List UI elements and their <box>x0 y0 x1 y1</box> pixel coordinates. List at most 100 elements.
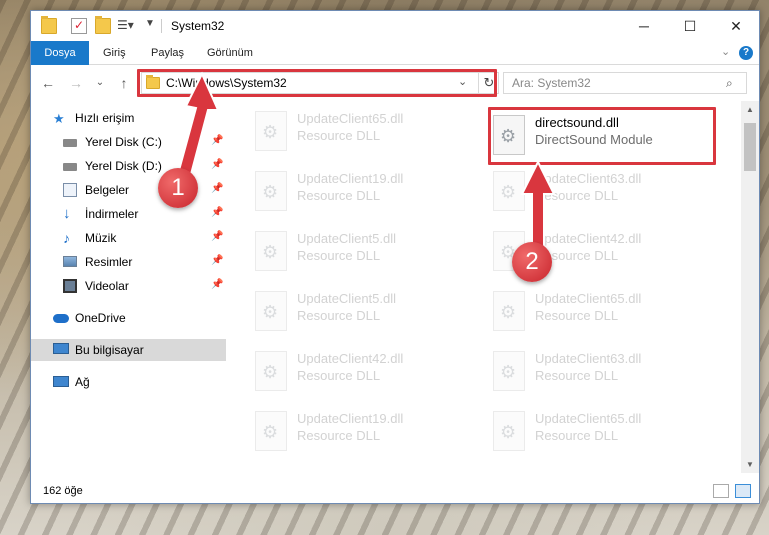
pin-icon[interactable]: 📌 <box>211 279 223 290</box>
file-description: Resource DLL <box>297 188 381 203</box>
file-name: UpdateClient65.dll <box>535 291 642 306</box>
dll-file-icon <box>493 411 525 451</box>
sidebar-item-videos[interactable]: Videolar 📌 <box>31 275 226 297</box>
dll-file-icon <box>255 351 287 391</box>
item-count: 162 öğe <box>43 485 83 497</box>
sidebar-item-onedrive[interactable]: OneDrive <box>31 307 226 329</box>
sidebar-item-label: Hızlı erişim <box>75 111 135 125</box>
back-button[interactable]: ← <box>39 74 57 92</box>
computer-icon <box>53 343 69 354</box>
forward-button[interactable]: → <box>67 74 85 92</box>
properties-icon[interactable]: ✓ <box>71 18 87 34</box>
music-icon: ♪ <box>63 230 70 246</box>
file-description: Resource DLL <box>297 248 381 263</box>
file-name: UpdateClient5.dll <box>297 291 397 306</box>
scroll-thumb[interactable] <box>744 123 756 171</box>
drive-icon <box>63 139 77 147</box>
dll-file-icon <box>255 231 287 271</box>
sidebar-item-label: Ağ <box>75 375 90 389</box>
title-bar: ✓ ☰▾ ▼ System32 ─ ☐ ✕ <box>31 11 759 41</box>
dll-file-icon <box>255 171 287 211</box>
ribbon-tabs: Dosya Giriş Paylaş Görünüm ⌄ ? <box>31 41 759 65</box>
maximize-button[interactable]: ☐ <box>667 11 713 41</box>
sidebar-item-label: Belgeler <box>85 183 130 197</box>
large-icons-view-icon[interactable] <box>735 484 751 498</box>
sidebar-item-label: OneDrive <box>75 311 126 325</box>
pin-icon[interactable]: 📌 <box>211 231 223 242</box>
customize-toolbar-icon[interactable]: ☰▾ <box>117 18 134 34</box>
list-item[interactable]: UpdateClient63.dll Resource DLL <box>489 347 709 401</box>
videos-icon <box>63 279 77 293</box>
sidebar-item-label: Müzik <box>85 231 117 245</box>
file-description: Resource DLL <box>297 308 381 323</box>
close-button[interactable]: ✕ <box>713 11 759 41</box>
tab-file[interactable]: Dosya <box>31 41 89 65</box>
arrow-2-icon <box>520 160 556 251</box>
network-icon <box>53 376 69 387</box>
sidebar-item-downloads[interactable]: ↓ İndirmeler 📌 <box>31 203 226 225</box>
sidebar-item-music[interactable]: ♪ Müzik 📌 <box>31 227 226 249</box>
list-item[interactable]: UpdateClient65.dll Resource DLL <box>489 287 709 341</box>
file-highlight <box>488 107 716 165</box>
pin-icon[interactable]: 📌 <box>211 207 223 218</box>
details-view-icon[interactable] <box>713 484 729 498</box>
search-icon[interactable]: ⌕ <box>726 76 733 91</box>
file-description: Resource DLL <box>535 368 619 383</box>
sidebar-item-pictures[interactable]: Resimler 📌 <box>31 251 226 273</box>
expand-ribbon-icon[interactable]: ⌄ <box>721 45 730 58</box>
file-description: Resource DLL <box>535 308 619 323</box>
documents-icon <box>63 183 77 197</box>
tab-view[interactable]: Görünüm <box>207 41 253 65</box>
step-marker-2: 2 <box>512 242 552 282</box>
new-folder-icon[interactable] <box>95 16 111 34</box>
list-item[interactable]: UpdateClient65.dll Resource DLL <box>251 107 471 161</box>
downloads-icon: ↓ <box>63 205 71 222</box>
sidebar-item-label: İndirmeler <box>85 207 139 221</box>
sidebar-item-label: Resimler <box>85 255 133 269</box>
sidebar-item-label: Videolar <box>85 279 129 293</box>
sidebar-item-label: Bu bilgisayar <box>75 343 144 357</box>
title-separator <box>161 19 162 33</box>
tab-share[interactable]: Paylaş <box>151 41 184 65</box>
list-item[interactable]: UpdateClient65.dll Resource DLL <box>489 407 709 461</box>
pin-icon[interactable]: 📌 <box>211 255 223 266</box>
dll-file-icon <box>493 351 525 391</box>
search-placeholder: Ara: System32 <box>512 76 591 90</box>
explorer-window: ✓ ☰▾ ▼ System32 ─ ☐ ✕ Dosya Giriş Paylaş… <box>30 10 760 504</box>
pin-icon[interactable]: 📌 <box>211 183 223 194</box>
drive-icon <box>63 163 77 171</box>
recent-locations-button[interactable]: ⌄ <box>91 74 109 92</box>
dll-file-icon <box>255 111 287 151</box>
arrow-1-icon <box>176 71 220 180</box>
step-marker-1: 1 <box>158 168 198 208</box>
search-input[interactable]: Ara: System32 ⌕ <box>503 72 747 94</box>
scroll-down-arrow-icon[interactable]: ▼ <box>741 456 759 473</box>
sidebar-item-network[interactable]: Ağ <box>31 371 226 393</box>
file-description: Resource DLL <box>297 428 381 443</box>
file-description: Resource DLL <box>535 428 619 443</box>
help-icon[interactable]: ? <box>739 46 753 60</box>
file-name: UpdateClient65.dll <box>297 111 404 126</box>
window-title: System32 <box>171 19 225 33</box>
onedrive-icon <box>53 314 69 323</box>
file-description: Resource DLL <box>297 368 381 383</box>
sidebar-item-this-pc[interactable]: Bu bilgisayar <box>31 339 226 361</box>
list-item[interactable]: UpdateClient19.dll Resource DLL <box>251 407 471 461</box>
up-button[interactable]: ↑ <box>115 74 133 92</box>
file-name: UpdateClient19.dll <box>297 171 404 186</box>
list-item[interactable]: UpdateClient19.dll Resource DLL <box>251 167 471 221</box>
tab-home[interactable]: Giriş <box>103 41 126 65</box>
list-item[interactable]: UpdateClient5.dll Resource DLL <box>251 287 471 341</box>
folder-icon <box>41 16 57 34</box>
scroll-up-arrow-icon[interactable]: ▲ <box>741 101 759 118</box>
list-item[interactable]: UpdateClient5.dll Resource DLL <box>251 227 471 281</box>
dll-file-icon <box>255 411 287 451</box>
file-description: Resource DLL <box>297 128 381 143</box>
status-bar: 162 öğe <box>31 479 759 503</box>
vertical-scrollbar[interactable]: ▲ ▼ <box>741 101 759 473</box>
minimize-button[interactable]: ─ <box>621 11 667 41</box>
file-name: UpdateClient63.dll <box>535 351 642 366</box>
chevron-down-icon[interactable]: ▼ <box>145 18 161 34</box>
dll-file-icon <box>255 291 287 331</box>
list-item[interactable]: UpdateClient42.dll Resource DLL <box>251 347 471 401</box>
